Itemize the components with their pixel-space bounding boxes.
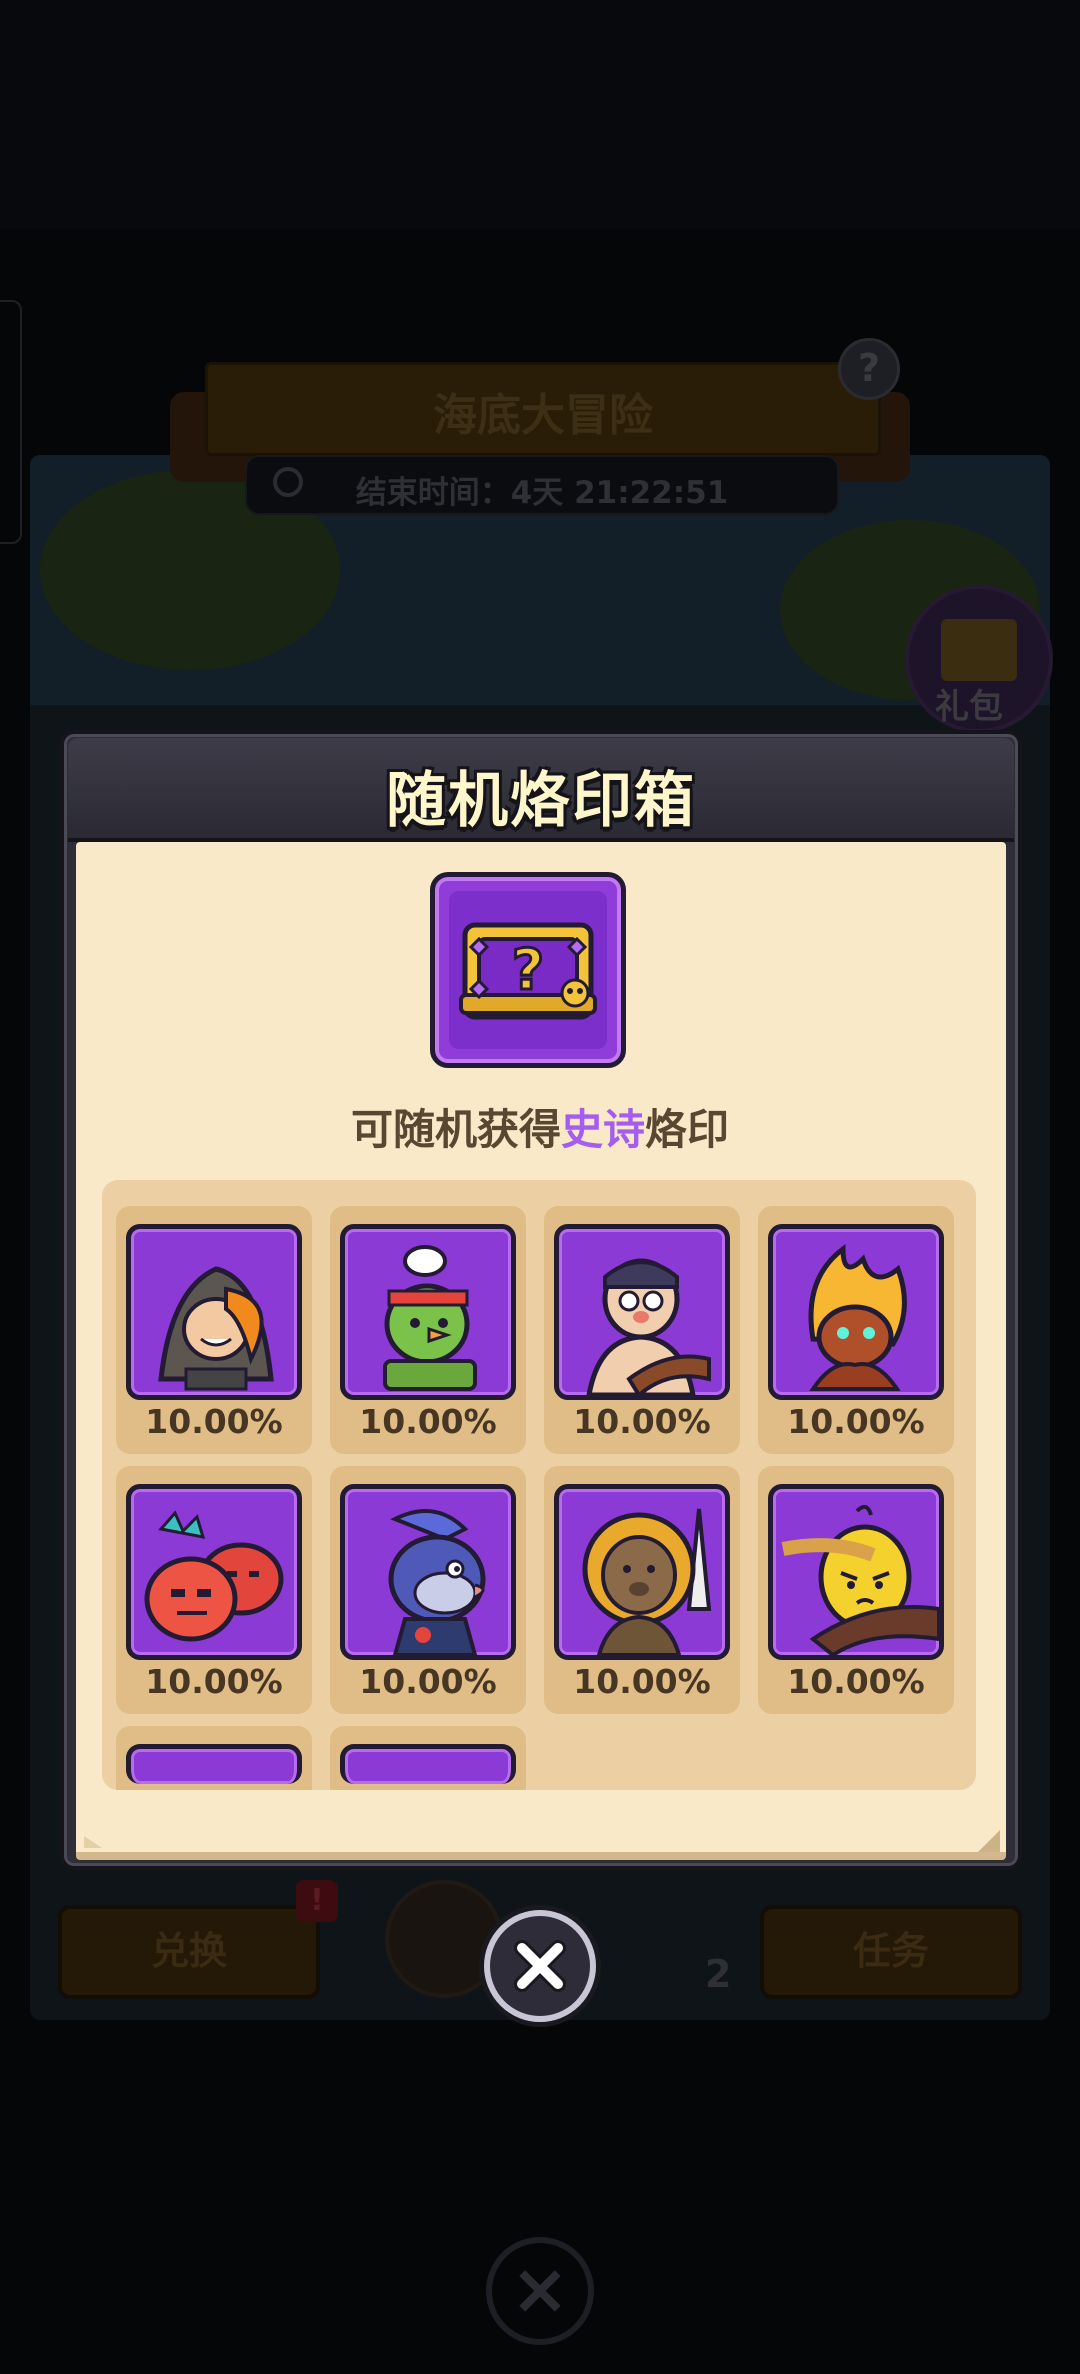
task-button[interactable]: 任务 xyxy=(760,1905,1022,1999)
subtitle-prefix: 可随机获得 xyxy=(350,1105,561,1154)
gift-label: 礼包 xyxy=(935,687,1003,727)
event-banner: 海底大冒险 xyxy=(205,362,881,456)
fish-knight-icon xyxy=(340,1484,516,1660)
hidden-character-icon xyxy=(340,1744,516,1784)
background-close-icon: × xyxy=(486,2237,594,2345)
svg-text:?: ? xyxy=(512,938,544,1003)
lion-ape-icon xyxy=(554,1484,730,1660)
reward-card[interactable]: 10.00% xyxy=(758,1466,954,1714)
reward-card[interactable]: 10.00% xyxy=(544,1466,740,1714)
close-icon[interactable] xyxy=(484,1910,596,2022)
bearded-brawler-icon xyxy=(554,1224,730,1400)
drop-chance: 10.00% xyxy=(145,1662,283,1701)
goblin-chef-icon xyxy=(340,1224,516,1400)
top-status-area xyxy=(0,0,1080,230)
drop-chance: 10.00% xyxy=(145,1402,283,1441)
red-hydra-icon xyxy=(126,1484,302,1660)
dialog-subtitle: 可随机获得史诗烙印 xyxy=(0,1096,1080,1157)
drop-chance: 10.00% xyxy=(359,1402,497,1441)
hidden-character-icon xyxy=(126,1744,302,1784)
item-count: 2 xyxy=(705,1952,732,1996)
gift-pack-button[interactable]: 礼包 xyxy=(905,585,1053,733)
subtitle-suffix: 烙印 xyxy=(645,1105,730,1154)
reward-card[interactable]: 10.00% xyxy=(330,1466,526,1714)
question-icon[interactable]: ? xyxy=(838,338,900,400)
event-timer: 结束时间：4天 21:22:51 xyxy=(245,455,839,515)
side-tab xyxy=(0,300,22,544)
reward-card[interactable]: 10.00% xyxy=(758,1206,954,1454)
reward-grid: 10.00% 10.00% 10.00% 10.00% 10.00% 10.00… xyxy=(102,1180,976,1790)
dialog-header: 随机烙印箱 xyxy=(68,738,1014,842)
drop-chance: 10.00% xyxy=(573,1402,711,1441)
timer-text: 结束时间：4天 21:22:51 xyxy=(355,475,729,511)
reward-card[interactable] xyxy=(330,1726,526,1790)
mystery-chest-icon: ? xyxy=(430,872,626,1068)
reward-card[interactable]: 10.00% xyxy=(116,1466,312,1714)
reward-card[interactable]: 10.00% xyxy=(116,1206,312,1454)
drop-chance: 10.00% xyxy=(359,1662,497,1701)
reward-card[interactable]: 10.00% xyxy=(544,1206,740,1454)
exchange-button[interactable]: 兑换 xyxy=(58,1905,320,1999)
flame-sprite-icon xyxy=(768,1224,944,1400)
dialog-title: 随机烙印箱 xyxy=(386,766,696,836)
reward-card[interactable] xyxy=(116,1726,312,1790)
rarity-highlight: 史诗 xyxy=(560,1105,645,1154)
banana-warrior-icon xyxy=(768,1484,944,1660)
drop-chance: 10.00% xyxy=(573,1662,711,1701)
gift-box-icon xyxy=(941,619,1017,681)
hooded-rogue-icon xyxy=(126,1224,302,1400)
exchange-alert-badge: ! xyxy=(296,1880,338,1922)
paper-corner xyxy=(84,1836,102,1848)
drop-chance: 10.00% xyxy=(787,1662,925,1701)
event-title: 海底大冒险 xyxy=(433,390,653,441)
drop-chance: 10.00% xyxy=(787,1402,925,1441)
reward-card[interactable]: 10.00% xyxy=(330,1206,526,1454)
paper-corner xyxy=(978,1830,1000,1852)
